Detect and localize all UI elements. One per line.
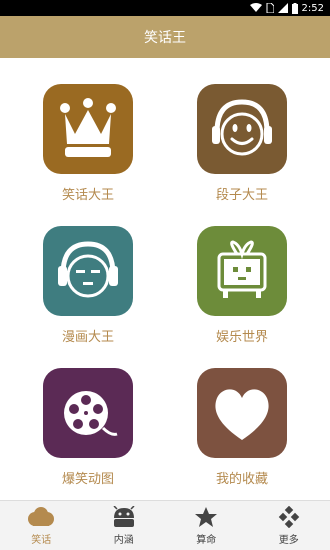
bottom-nav: 笑话 内涵 算命 更多	[0, 500, 330, 550]
status-time: 2:52	[301, 2, 324, 14]
android-icon	[111, 505, 137, 529]
smiley-headphones-icon[interactable]	[197, 84, 287, 174]
tile-baoxiao-dongtu[interactable]: 爆笑动图	[28, 342, 148, 492]
film-reel-icon[interactable]	[43, 368, 133, 458]
tile-label: 我的收藏	[215, 472, 268, 487]
star-icon	[194, 505, 218, 529]
wifi-icon	[249, 3, 262, 13]
page-title: 笑话王	[144, 30, 186, 46]
crown-icon[interactable]	[43, 84, 133, 174]
nav-item-xiaohua[interactable]: 笑话	[0, 501, 83, 550]
title-bar: 笑话王	[0, 16, 330, 58]
nav-label: 笑话	[31, 535, 52, 546]
face-headphones-icon[interactable]	[43, 226, 133, 316]
grid-diamond-icon	[277, 505, 301, 529]
nav-label: 内涵	[113, 535, 134, 546]
nav-label: 算命	[196, 535, 217, 546]
status-bar: 2:52	[0, 0, 330, 16]
category-grid: 笑话大王 段子大王 漫画大王 娱乐世界 爆笑动图 我的收藏	[0, 58, 330, 500]
battery-icon	[291, 2, 298, 14]
tile-yule-shijie[interactable]: 娱乐世界	[182, 200, 302, 350]
tile-label: 爆笑动图	[61, 472, 114, 487]
tile-duanzi-dawang[interactable]: 段子大王	[182, 58, 302, 208]
signal-icon	[277, 3, 288, 13]
nav-item-neihan[interactable]: 内涵	[83, 501, 166, 550]
tile-wode-shoucang[interactable]: 我的收藏	[182, 342, 302, 492]
heart-icon[interactable]	[197, 368, 287, 458]
tile-xiaohua-dawang[interactable]: 笑话大王	[28, 58, 148, 208]
nav-label: 更多	[278, 535, 299, 546]
nav-item-gengduo[interactable]: 更多	[248, 501, 330, 550]
cloud-icon	[26, 505, 56, 529]
no-sim-icon	[266, 3, 274, 13]
tile-manhua-dawang[interactable]: 漫画大王	[28, 200, 148, 350]
nav-item-suanming[interactable]: 算命	[165, 501, 248, 550]
tv-icon[interactable]	[197, 226, 287, 316]
